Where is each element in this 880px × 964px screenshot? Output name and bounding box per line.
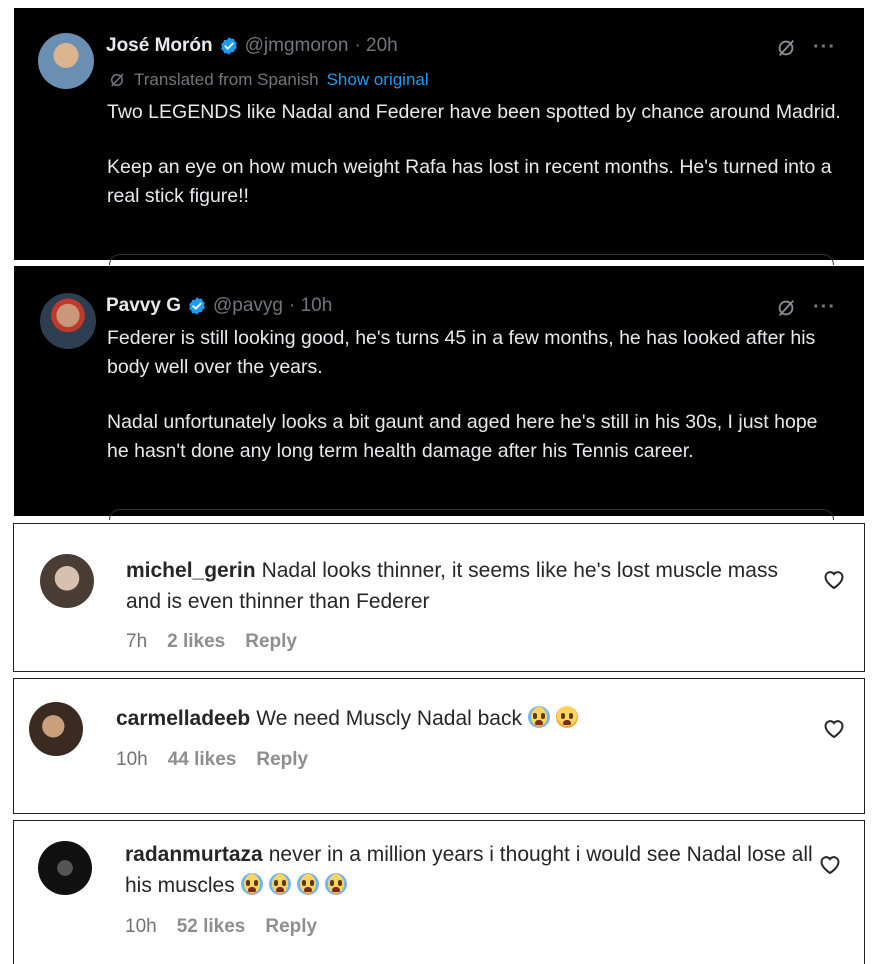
verified-badge-icon	[189, 297, 205, 315]
comment-username[interactable]: carmelladeeb	[116, 707, 250, 730]
timestamp[interactable]: · 20h	[354, 35, 397, 57]
translated-label: Translated from Spanish	[134, 70, 319, 89]
grok-icon[interactable]	[775, 297, 797, 319]
verified-badge-icon	[220, 37, 237, 55]
comment-likes[interactable]: 2 likes	[167, 631, 225, 653]
comment-likes[interactable]: 44 likes	[168, 749, 237, 771]
crying-face-emoji	[240, 873, 263, 895]
heart-icon[interactable]	[822, 717, 846, 739]
tweet-paragraph: Two LEGENDS like Nadal and Federer have …	[107, 101, 841, 123]
heart-icon[interactable]	[818, 853, 842, 875]
media-card-edge[interactable]	[109, 254, 834, 265]
tweet-header: Pavvy G @pavyg · 10h	[106, 295, 332, 317]
reply-button[interactable]: Reply	[245, 631, 297, 653]
comment-meta: 10h 44 likes Reply	[116, 749, 308, 771]
comment-time: 7h	[126, 631, 148, 652]
comment: michel_gerin Nadal looks thinner, it seem…	[13, 523, 865, 672]
avatar[interactable]	[38, 33, 94, 89]
comment: carmelladeeb We need Muscly Nadal back 10…	[13, 678, 865, 814]
author-handle[interactable]: @jmgmoron	[245, 35, 349, 57]
author-handle[interactable]: @pavyg	[213, 295, 283, 317]
comment-meta: 7h 2 likes Reply	[126, 631, 297, 653]
tweet-jose-moron: José Morón @jmgmoron · 20h ··· Translate…	[14, 8, 864, 265]
crying-face-emoji	[268, 873, 291, 895]
pleading-face-emoji	[556, 706, 578, 728]
comment-time: 10h	[125, 916, 157, 937]
show-original-link[interactable]: Show original	[327, 70, 429, 90]
comment-text: radanmurtaza never in a million years i t…	[125, 839, 815, 901]
translate-icon	[111, 73, 124, 87]
comment-body: We need Muscly Nadal back	[256, 707, 522, 730]
tweet-paragraph: Nadal unfortunately looks a bit gaunt an…	[107, 411, 818, 462]
comment-time: 10h	[116, 749, 148, 770]
tweet-text: Two LEGENDS like Nadal and Federer have …	[107, 98, 844, 237]
more-icon[interactable]: ···	[813, 296, 836, 319]
author-name[interactable]: Pavvy G	[106, 295, 181, 317]
heart-icon[interactable]	[822, 568, 846, 590]
crying-face-emoji	[324, 873, 347, 895]
avatar[interactable]	[38, 841, 92, 895]
comment-text: carmelladeeb We need Muscly Nadal back	[116, 703, 806, 734]
tweet-actions: ···	[775, 296, 836, 319]
grok-icon[interactable]	[775, 37, 797, 59]
translation-notice: Translated from Spanish Show original	[108, 70, 429, 90]
tweet-text: Federer is still looking good, he's turn…	[107, 324, 844, 492]
comment-meta: 10h 52 likes Reply	[125, 916, 317, 938]
media-card-edge[interactable]	[109, 509, 834, 520]
avatar[interactable]	[40, 554, 94, 608]
more-icon[interactable]: ···	[813, 36, 836, 59]
avatar[interactable]	[29, 702, 83, 756]
comment-username[interactable]: radanmurtaza	[125, 843, 263, 866]
crying-face-emoji	[528, 706, 550, 728]
comment-text: michel_gerin Nadal looks thinner, it seem…	[126, 555, 816, 617]
avatar[interactable]	[40, 293, 96, 349]
tweet-paragraph: Federer is still looking good, he's turn…	[107, 327, 816, 378]
comment-username[interactable]: michel_gerin	[126, 559, 256, 582]
tweet-actions: ···	[775, 36, 836, 59]
timestamp[interactable]: · 10h	[289, 295, 332, 317]
comment: radanmurtaza never in a million years i t…	[13, 820, 865, 964]
comment-likes[interactable]: 52 likes	[177, 916, 246, 938]
tweet-pavvy-g: Pavvy G @pavyg · 10h ··· Federer is stil…	[14, 266, 864, 520]
reply-button[interactable]: Reply	[265, 916, 317, 938]
tweet-paragraph: Keep an eye on how much weight Rafa has …	[107, 156, 832, 207]
author-name[interactable]: José Morón	[106, 35, 213, 57]
crying-face-emoji	[296, 873, 319, 895]
tweet-header: José Morón @jmgmoron · 20h	[106, 35, 398, 57]
reply-button[interactable]: Reply	[256, 749, 308, 771]
